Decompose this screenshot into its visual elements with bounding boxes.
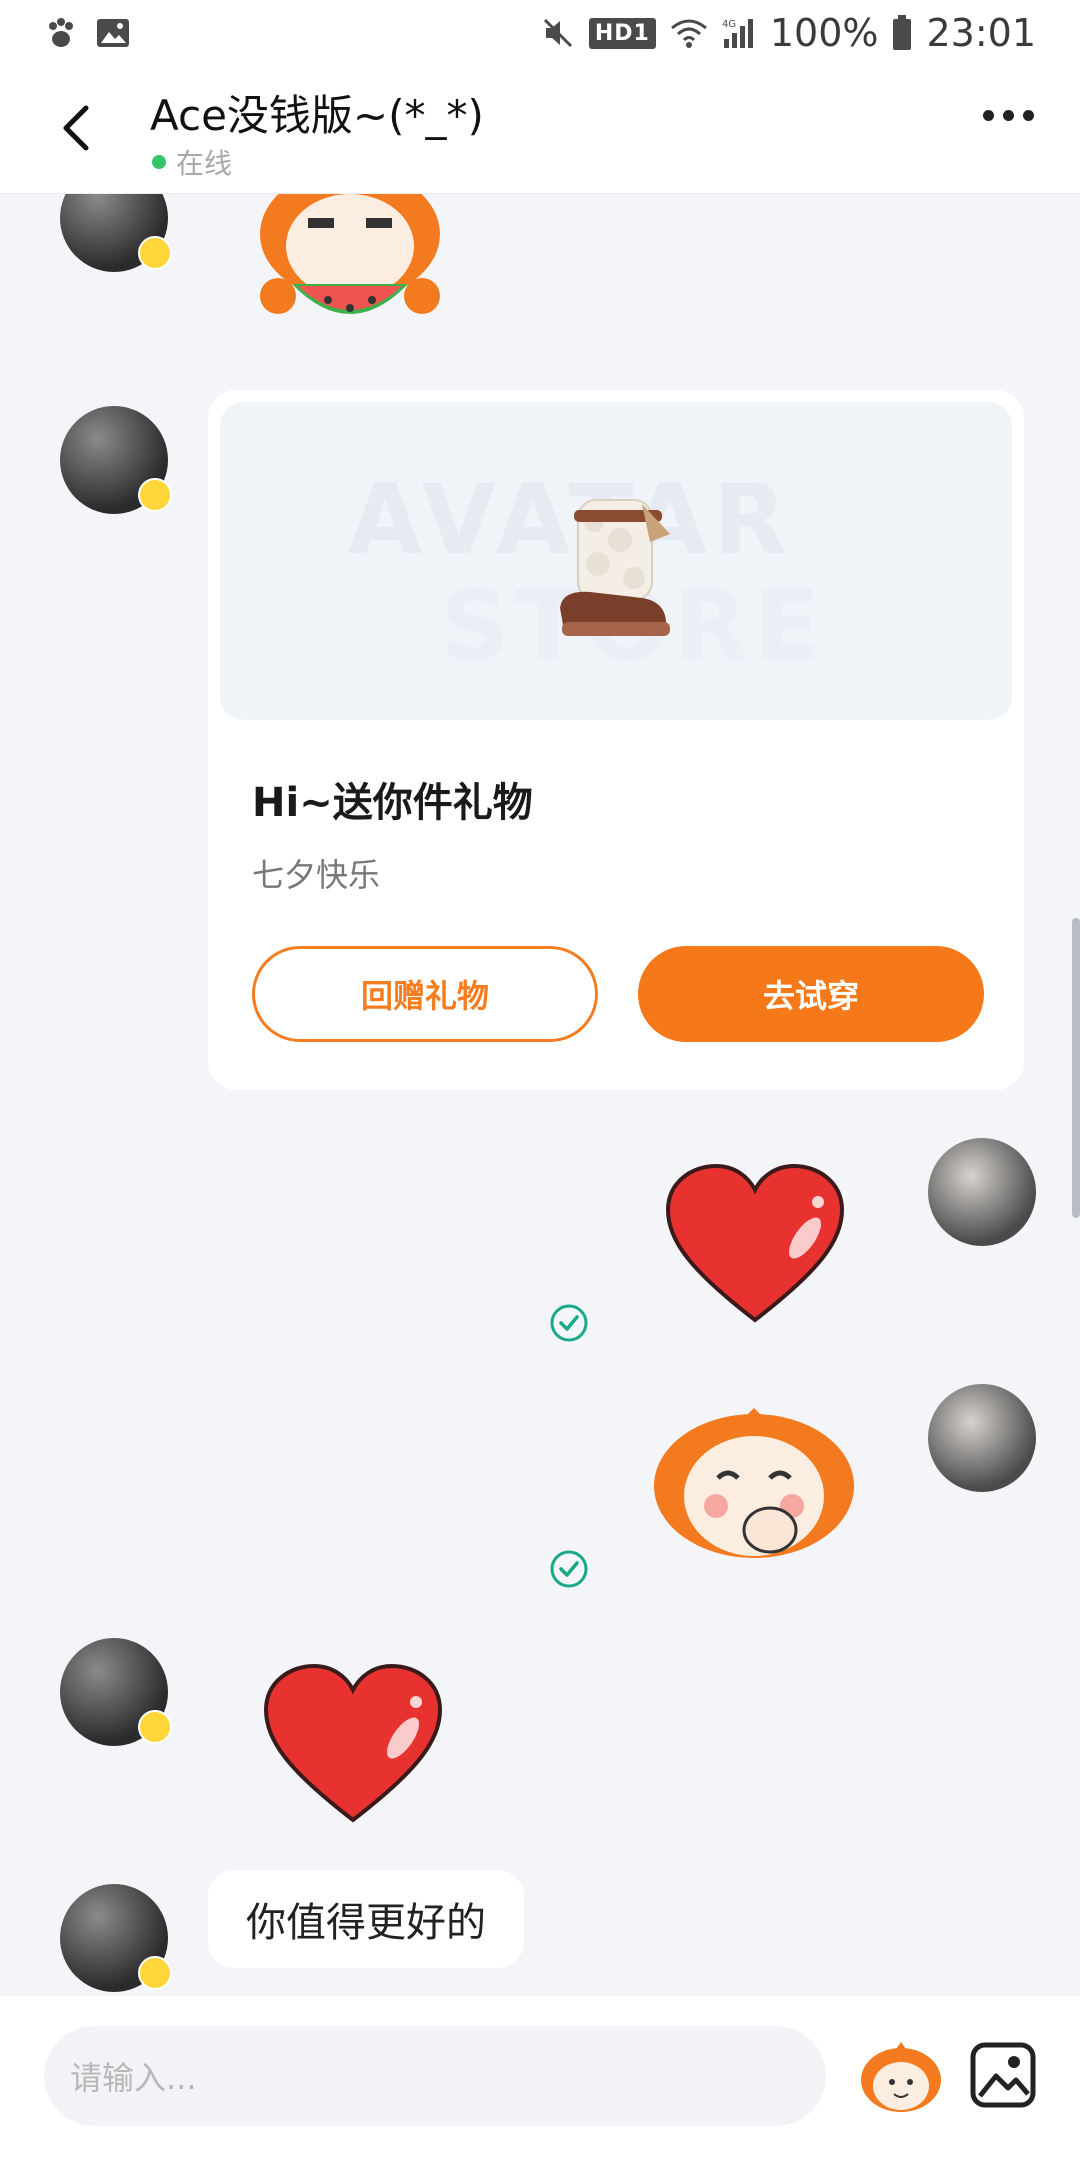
avatar-badge-icon (138, 1710, 172, 1744)
red-heart-sticker[interactable] (258, 1660, 448, 1830)
avatar-badge-icon (138, 1956, 172, 1990)
try-on-button[interactable]: 去试穿 (638, 946, 984, 1042)
sticker-emoji-icon[interactable] (856, 2032, 946, 2122)
gift-card[interactable]: AVATAR STORE Hi~送你件礼物 七夕快乐 回赠礼物 去试穿 (208, 390, 1024, 1090)
text-message-bubble[interactable]: 你值得更好的 (208, 1870, 524, 1968)
mute-icon (543, 18, 572, 48)
gift-title: Hi~送你件礼物 (252, 780, 533, 826)
message-list[interactable]: AVATAR STORE Hi~送你件礼物 七夕快乐 回赠礼物 去试穿 (0, 194, 1080, 1996)
avatar-badge-icon (138, 236, 172, 270)
chat-header: Ace没钱版~(*_*) 在线 (0, 66, 1080, 194)
message-input[interactable]: 请输入... (44, 2026, 826, 2126)
more-dots-icon (983, 110, 994, 121)
network-label: 4G (722, 19, 736, 30)
image-picker-icon[interactable] (968, 2040, 1038, 2110)
status-bar: HD1 4G 100% 23:01 (0, 0, 1080, 66)
battery-icon (893, 15, 912, 50)
gift-preview-image: AVATAR STORE (220, 402, 1012, 720)
girl-laughing-sticker[interactable] (646, 1402, 862, 1572)
return-gift-button[interactable]: 回赠礼物 (252, 946, 598, 1042)
my-avatar[interactable] (928, 1384, 1036, 1492)
contact-avatar[interactable] (60, 1884, 172, 1992)
contact-avatar[interactable] (60, 194, 172, 272)
hd-badge: HD1 (588, 17, 656, 49)
back-button[interactable] (50, 96, 110, 160)
wifi-icon (670, 19, 707, 48)
contact-avatar[interactable] (60, 406, 172, 514)
message-input-placeholder: 请输入... (70, 2059, 197, 2097)
chevron-left-icon (63, 105, 89, 151)
my-avatar[interactable] (928, 1138, 1036, 1246)
gift-subtitle: 七夕快乐 (252, 856, 381, 894)
red-heart-sticker[interactable] (660, 1160, 850, 1330)
clock: 23:01 (926, 11, 1036, 55)
avatar-badge-icon (138, 478, 172, 512)
more-options-button[interactable] (983, 110, 1034, 121)
online-status: 在线 (152, 142, 232, 182)
online-dot-icon (152, 155, 166, 169)
signal-icon: 4G (722, 19, 753, 48)
paw-icon (49, 18, 73, 47)
sent-check-icon (550, 1304, 588, 1342)
sent-check-icon (550, 1550, 588, 1588)
image-icon (97, 19, 129, 47)
girl-eating-watermelon-sticker[interactable] (238, 194, 462, 344)
fur-boots-icon (560, 499, 670, 636)
contact-avatar[interactable] (60, 1638, 172, 1746)
scrollbar[interactable] (1072, 918, 1080, 1218)
chat-title: Ace没钱版~(*_*) (150, 91, 484, 140)
input-bar: 请输入... (0, 1996, 1080, 2160)
online-status-label: 在线 (176, 147, 233, 180)
battery-percent: 100% (769, 11, 879, 55)
